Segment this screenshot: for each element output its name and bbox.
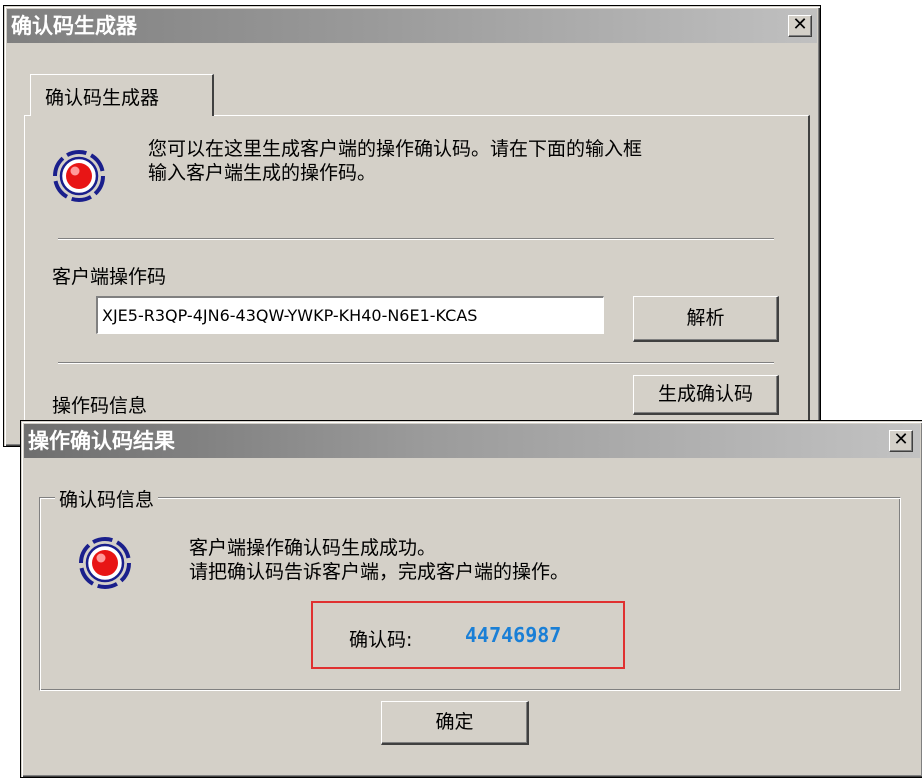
generator-window: 确认码生成器 ✕ 确认码生成器 您可以在这里生成客户端的操作确认码。请在下面的输… bbox=[3, 5, 821, 455]
result-title: 操作确认码结果 bbox=[28, 429, 175, 453]
ok-button[interactable]: 确定 bbox=[381, 701, 529, 745]
parse-button[interactable]: 解析 bbox=[633, 296, 779, 342]
divider-1 bbox=[58, 238, 774, 240]
app-icon bbox=[79, 537, 131, 589]
close-icon: ✕ bbox=[893, 429, 909, 450]
result-window: 操作确认码结果 ✕ 确认码信息 客户端操作确认码生成成功。 请把确认码告诉客户端… bbox=[20, 420, 922, 778]
tab-generator[interactable]: 确认码生成器 bbox=[30, 74, 214, 116]
description-line-1: 您可以在这里生成客户端的操作确认码。请在下面的输入框 bbox=[148, 138, 643, 160]
message-line-2: 请把确认码告诉客户端，完成客户端的操作。 bbox=[189, 561, 570, 583]
app-icon bbox=[53, 150, 105, 202]
result-close-button[interactable]: ✕ bbox=[889, 430, 913, 452]
client-code-input[interactable] bbox=[96, 296, 604, 334]
generate-confirmation-button[interactable]: 生成确认码 bbox=[633, 375, 779, 415]
op-info-label: 操作码信息 bbox=[52, 395, 148, 417]
message-line-1: 客户端操作确认码生成成功。 bbox=[189, 537, 437, 559]
close-icon: ✕ bbox=[792, 14, 808, 35]
divider-2 bbox=[58, 362, 774, 364]
generator-close-button[interactable]: ✕ bbox=[788, 15, 812, 37]
result-titlebar[interactable]: 操作确认码结果 bbox=[24, 424, 920, 458]
description-line-2: 输入客户端生成的操作码。 bbox=[148, 162, 377, 184]
group-label: 确认码信息 bbox=[55, 485, 159, 512]
tab-label: 确认码生成器 bbox=[45, 87, 160, 109]
generator-title: 确认码生成器 bbox=[11, 14, 137, 38]
client-code-label: 客户端操作码 bbox=[52, 266, 167, 288]
ok-button-label: 确定 bbox=[435, 711, 474, 733]
generator-titlebar[interactable]: 确认码生成器 bbox=[7, 9, 817, 43]
parse-button-label: 解析 bbox=[686, 307, 725, 329]
confirmation-code-value: 44746987 bbox=[465, 623, 562, 647]
generate-button-label: 生成确认码 bbox=[657, 383, 753, 405]
confirmation-code-label: 确认码: bbox=[349, 629, 413, 651]
